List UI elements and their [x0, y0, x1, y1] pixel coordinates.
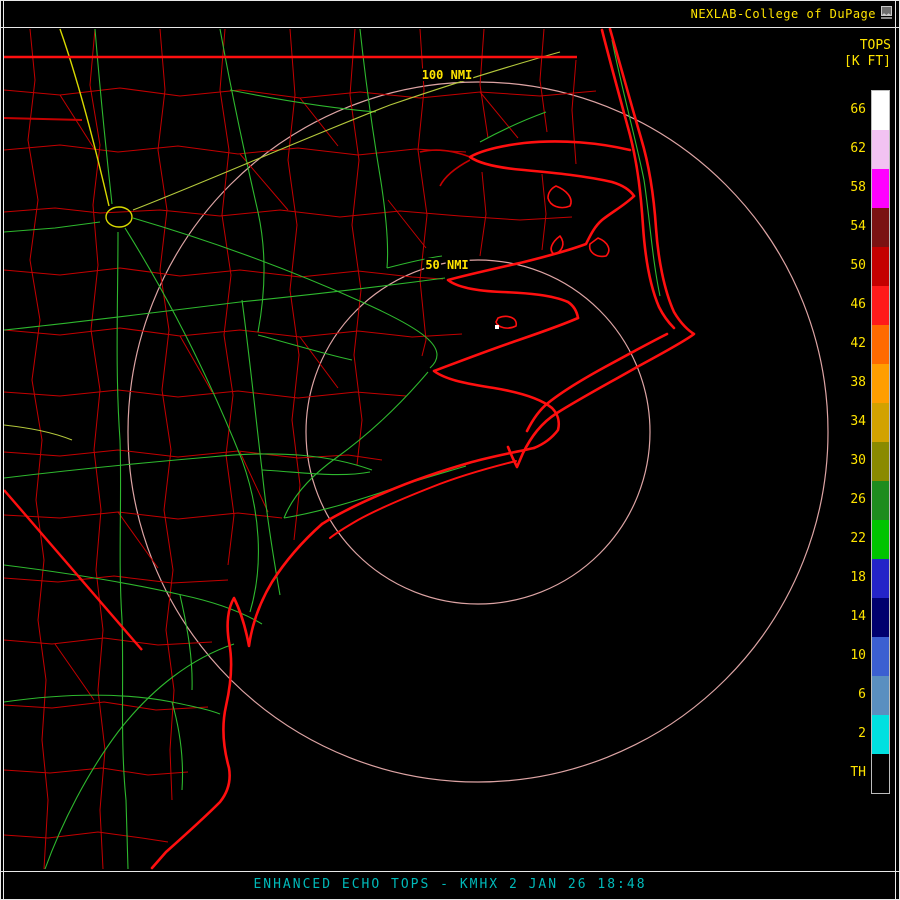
footer-separator-line	[0, 871, 900, 872]
legend-swatch	[872, 676, 889, 715]
legend-tick-label: TH	[844, 753, 866, 792]
legend-tick-label: 22	[844, 519, 866, 558]
legend-tick-label: 54	[844, 207, 866, 246]
legend-title: TOPS	[844, 38, 891, 54]
secondary-roads	[4, 52, 560, 440]
legend-swatch	[872, 130, 889, 169]
color-scale-legend: 66625854504642383430262218141062TH	[844, 90, 890, 794]
legend-swatch	[872, 598, 889, 637]
legend-bar	[871, 90, 890, 794]
legend-tick-label: 42	[844, 324, 866, 363]
legend-header: TOPS [K FT]	[844, 38, 891, 70]
legend-swatch	[872, 91, 889, 130]
coastline	[152, 29, 694, 868]
legend-swatch	[872, 325, 889, 364]
legend-tick-label: 18	[844, 558, 866, 597]
legend-tick-label: 2	[844, 714, 866, 753]
legend-swatch	[872, 442, 889, 481]
road-network	[4, 29, 660, 869]
cod-logo-icon	[880, 5, 893, 20]
legend-swatch	[872, 247, 889, 286]
white-map-marker	[495, 325, 499, 329]
legend-tick-label: 14	[844, 597, 866, 636]
highways	[60, 29, 132, 227]
range-ring-50nmi	[306, 260, 650, 604]
state-borders	[4, 57, 577, 650]
frame-line	[0, 0, 900, 1]
county-borders	[4, 29, 596, 869]
legend-swatch	[872, 637, 889, 676]
radar-map: 100 NMI 50 NMI	[4, 28, 845, 871]
range-ring-100nmi	[128, 82, 828, 782]
legend-tick-label: 10	[844, 636, 866, 675]
legend-units: [K FT]	[844, 54, 891, 70]
radar-display: NEXLAB-College of DuPage	[0, 0, 900, 900]
legend-swatch	[872, 169, 889, 208]
legend-tick-label: 62	[844, 129, 866, 168]
range-ring-labels: 100 NMI 50 NMI	[422, 68, 473, 272]
frame-line	[895, 0, 896, 900]
legend-tick-label: 50	[844, 246, 866, 285]
legend-tick-label: 38	[844, 363, 866, 402]
legend-tick-label: 58	[844, 168, 866, 207]
ring-label-100nmi: 100 NMI	[422, 68, 473, 82]
legend-swatch	[872, 481, 889, 520]
legend-tick-label: 46	[844, 285, 866, 324]
range-rings	[128, 82, 828, 782]
legend-swatch	[872, 208, 889, 247]
legend-labels: 66625854504642383430262218141062TH	[844, 90, 866, 792]
ring-label-50nmi: 50 NMI	[425, 258, 468, 272]
legend-swatch	[872, 754, 889, 793]
legend-tick-label: 6	[844, 675, 866, 714]
product-caption: ENHANCED ECHO TOPS - KMHX 2 JAN 26 18:48	[0, 877, 900, 892]
legend-swatch	[872, 520, 889, 559]
legend-swatch	[872, 364, 889, 403]
legend-swatch	[872, 403, 889, 442]
legend-tick-label: 66	[844, 90, 866, 129]
legend-tick-label: 34	[844, 402, 866, 441]
legend-swatch	[872, 559, 889, 598]
legend-tick-label: 26	[844, 480, 866, 519]
legend-tick-label: 30	[844, 441, 866, 480]
frame-line	[0, 0, 1, 900]
legend-swatch	[872, 715, 889, 754]
state-border-nc-sc	[4, 490, 142, 650]
beltline-loop	[106, 207, 132, 227]
legend-swatch	[872, 286, 889, 325]
brand-text: NEXLAB-College of DuPage	[691, 7, 876, 21]
